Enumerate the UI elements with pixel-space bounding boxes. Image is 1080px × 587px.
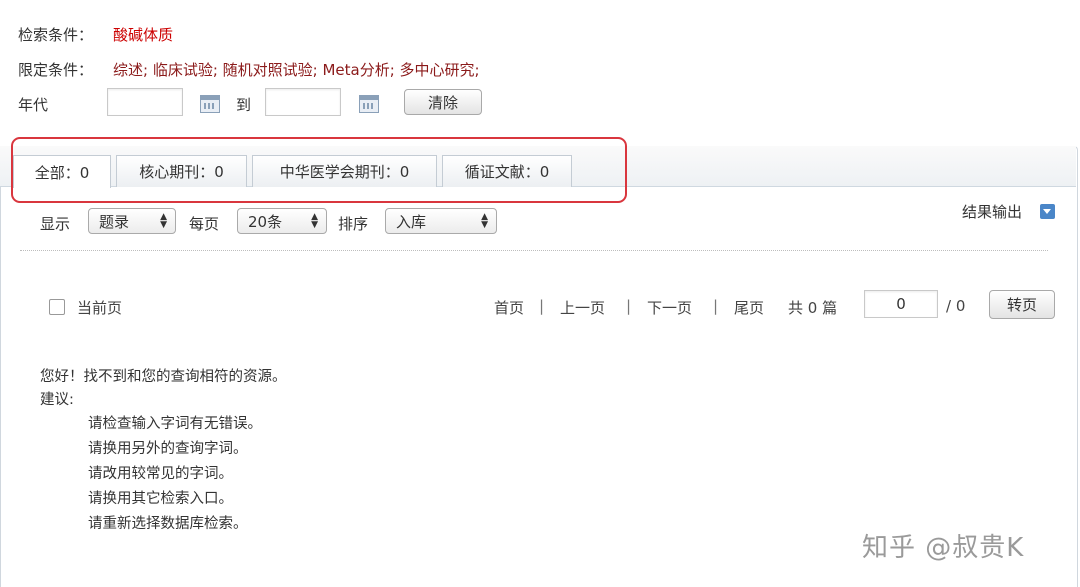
suggestion-item: 请换用其它检索入口。 [88,491,233,507]
condition-label: 检索条件： [18,26,94,44]
separator: | [626,297,632,315]
export-link[interactable]: 结果输出 [962,201,1022,222]
suggestion-item: 请重新选择数据库检索。 [88,516,248,532]
year-from-input[interactable] [107,88,183,116]
condition-value: 酸碱体质 [113,26,174,44]
display-select[interactable]: 题录 ▲ ▼ [88,208,176,234]
year-to-label: 到 [236,96,252,114]
suggest-label: 建议: [40,392,74,408]
watermark: 知乎 @叔贵K [862,533,1025,563]
current-page-checkbox[interactable] [49,299,65,315]
next-page-link[interactable]: 下一页 [647,297,692,318]
suggestion-item: 请检查输入字词有无错误。 [88,416,262,432]
go-page-button[interactable]: 转页 [989,290,1055,319]
total-count: 共 0 篇 [788,299,838,317]
updown-arrow-icon: ▲ ▼ [160,212,167,230]
dropdown-arrow-icon[interactable] [1040,204,1055,219]
current-page-label: 当前页 [77,299,123,317]
separator: | [713,297,719,315]
limit-label: 限定条件： [18,61,94,79]
sort-select-value: 入库 [396,212,427,231]
suggestion-item: 请换用另外的查询字词。 [88,441,248,457]
calendar-icon[interactable] [359,95,379,113]
display-label: 显示 [40,215,71,233]
page-total: / 0 [946,297,966,315]
no-results-message: 您好！找不到和您的查询相符的资源。 [40,369,287,385]
limit-value: 综述; 临床试验; 随机对照试验; Meta分析; 多中心研究; [113,61,480,79]
first-page-link[interactable]: 首页 [494,297,524,318]
updown-arrow-icon: ▲ ▼ [311,212,318,230]
suggestion-item: 请改用较常见的字词。 [88,466,233,482]
page-number-input[interactable]: 0 [864,290,938,318]
display-select-value: 题录 [99,212,130,231]
sort-label: 排序 [338,215,369,233]
per-page-select[interactable]: 20条 ▲ ▼ [237,208,327,234]
highlight-box [11,137,627,203]
separator: | [539,297,545,315]
per-page-label: 每页 [189,215,220,233]
year-to-input[interactable] [265,88,341,116]
prev-page-link[interactable]: 上一页 [560,297,605,318]
year-label: 年代 [18,96,49,114]
sort-select[interactable]: 入库 ▲ ▼ [385,208,497,234]
last-page-link[interactable]: 尾页 [734,297,764,318]
clear-button[interactable]: 清除 [404,89,482,115]
updown-arrow-icon: ▲ ▼ [481,212,488,230]
per-page-select-value: 20条 [248,212,283,231]
calendar-icon[interactable] [200,95,220,113]
divider [20,250,1048,251]
